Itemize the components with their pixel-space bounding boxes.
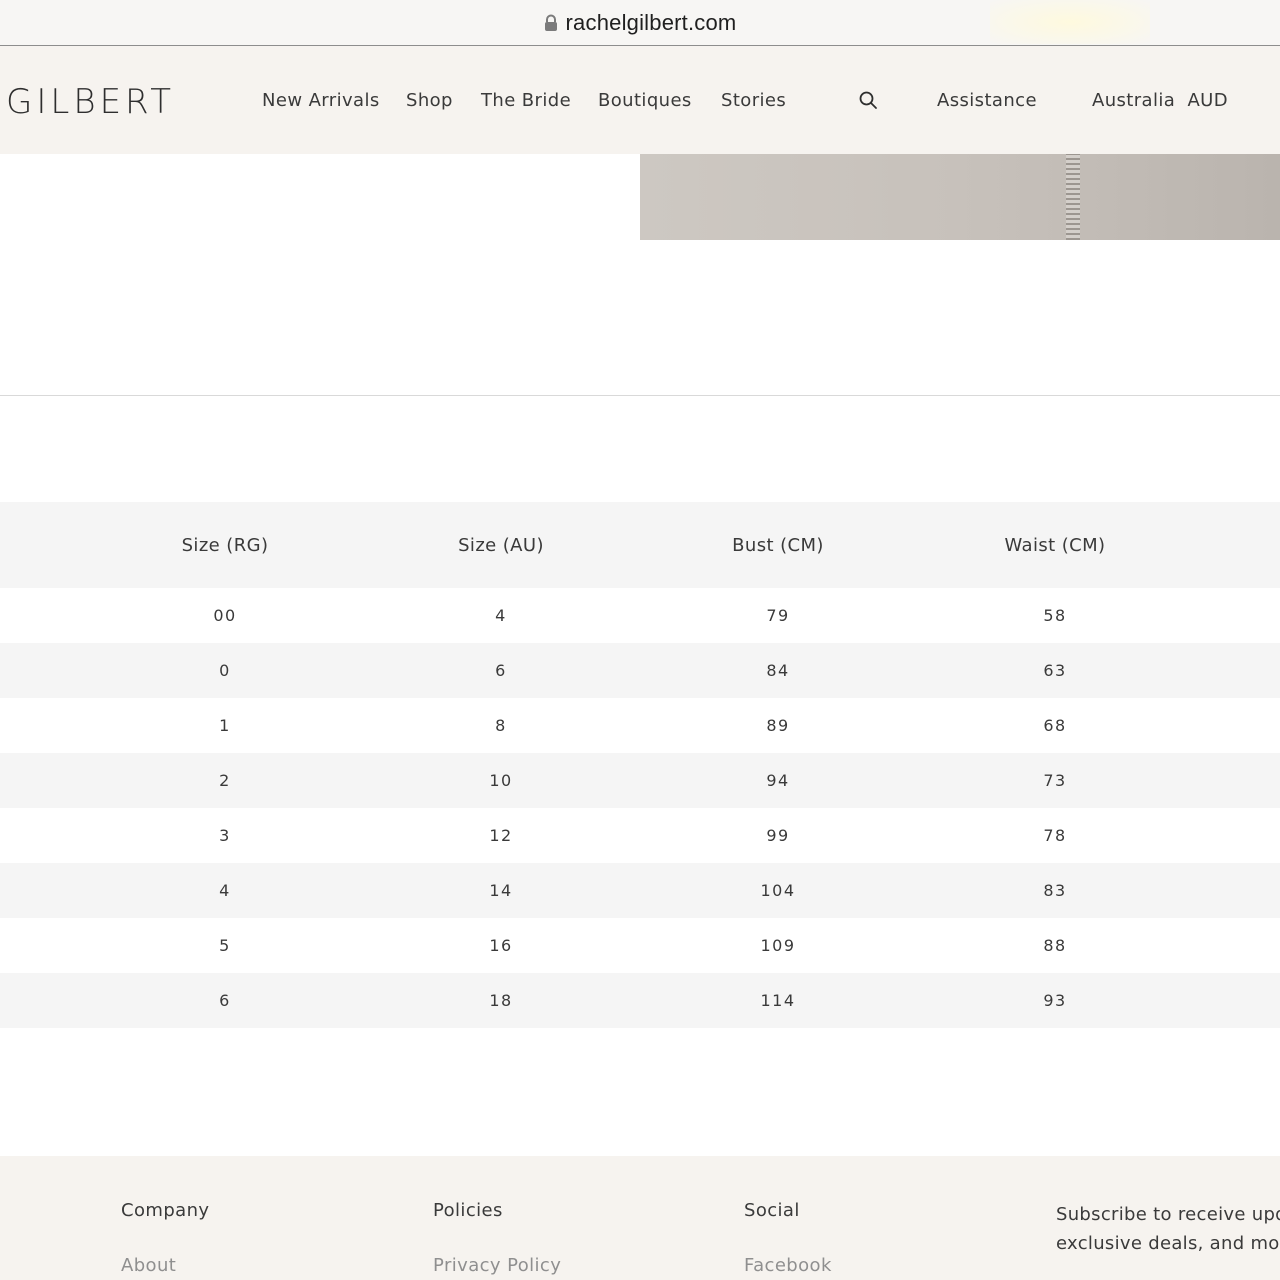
address-bar-glare — [990, 0, 1150, 44]
nav-stories[interactable]: Stories — [721, 90, 786, 111]
cell-waist: 88 — [1043, 936, 1067, 955]
table-row: 2 10 94 73 — [0, 753, 1280, 808]
cell-bust: 79 — [766, 606, 790, 625]
table-row: 3 12 99 78 — [0, 808, 1280, 863]
nav-new-arrivals[interactable]: New Arrivals — [262, 90, 380, 111]
cell-size-rg: 6 — [219, 991, 231, 1010]
footer-heading-company: Company — [121, 1200, 210, 1221]
cell-size-rg: 2 — [219, 771, 231, 790]
cell-size-rg: 3 — [219, 826, 231, 845]
cell-waist: 83 — [1043, 881, 1067, 900]
nav-shop[interactable]: Shop — [406, 90, 453, 111]
site-footer: Company About Policies Privacy Policy So… — [0, 1156, 1280, 1280]
cell-waist: 63 — [1043, 661, 1067, 680]
cell-size-rg: 0 — [219, 661, 231, 680]
cell-waist: 58 — [1043, 606, 1067, 625]
url-text: rachelgilbert.com — [565, 9, 737, 35]
cell-waist: 78 — [1043, 826, 1067, 845]
cell-size-rg: 1 — [219, 716, 231, 735]
size-chart-table: Size (RG) Size (AU) Bust (CM) Waist (CM)… — [0, 502, 1280, 1028]
nav-the-bride[interactable]: The Bride — [481, 90, 571, 111]
table-row: 5 16 109 88 — [0, 918, 1280, 973]
url-display[interactable]: rachelgilbert.com — [544, 10, 737, 36]
table-row: 6 18 114 93 — [0, 973, 1280, 1028]
cell-size-au: 18 — [489, 991, 513, 1010]
product-image — [640, 154, 1280, 240]
newsletter-blurb-line-1: Subscribe to receive upd — [1056, 1204, 1280, 1225]
column-header-bust: Bust (CM) — [732, 534, 824, 556]
search-icon[interactable] — [858, 90, 878, 110]
footer-link-about[interactable]: About — [121, 1255, 176, 1276]
cell-waist: 68 — [1043, 716, 1067, 735]
cell-bust: 114 — [760, 991, 796, 1010]
footer-link-privacy-policy[interactable]: Privacy Policy — [433, 1255, 561, 1276]
lock-icon — [544, 14, 557, 31]
site-header: GILBERT New Arrivals Shop The Bride Bout… — [0, 46, 1280, 154]
dress-zipper-detail — [1066, 154, 1080, 240]
newsletter-blurb: Subscribe to receive upd exclusive deals… — [1056, 1200, 1280, 1258]
cell-bust: 94 — [766, 771, 790, 790]
cell-size-au: 6 — [495, 661, 507, 680]
table-row: 00 4 79 58 — [0, 588, 1280, 643]
cell-size-au: 14 — [489, 881, 513, 900]
cell-size-au: 4 — [495, 606, 507, 625]
column-header-waist: Waist (CM) — [1004, 534, 1106, 556]
nav-boutiques[interactable]: Boutiques — [598, 90, 692, 111]
region-currency-selector[interactable]: Australia AUD — [1092, 90, 1228, 111]
cell-bust: 89 — [766, 716, 790, 735]
cell-size-au: 8 — [495, 716, 507, 735]
cell-bust: 84 — [766, 661, 790, 680]
footer-link-facebook[interactable]: Facebook — [744, 1255, 832, 1276]
table-row: 1 8 89 68 — [0, 698, 1280, 753]
footer-heading-policies: Policies — [433, 1200, 503, 1221]
cell-size-rg: 00 — [213, 606, 237, 625]
cell-size-au: 12 — [489, 826, 513, 845]
table-header-row: Size (RG) Size (AU) Bust (CM) Waist (CM) — [0, 502, 1280, 588]
cell-bust: 99 — [766, 826, 790, 845]
newsletter-blurb-line-2: exclusive deals, and mor — [1056, 1233, 1280, 1254]
footer-heading-social: Social — [744, 1200, 800, 1221]
column-header-size-au: Size (AU) — [458, 534, 544, 556]
table-row: 4 14 104 83 — [0, 863, 1280, 918]
cell-size-rg: 4 — [219, 881, 231, 900]
cell-size-au: 10 — [489, 771, 513, 790]
cell-waist: 73 — [1043, 771, 1067, 790]
assistance-link[interactable]: Assistance — [937, 90, 1037, 111]
browser-address-bar[interactable]: rachelgilbert.com — [0, 0, 1280, 46]
cell-bust: 109 — [760, 936, 796, 955]
section-divider — [0, 395, 1280, 396]
cell-size-rg: 5 — [219, 936, 231, 955]
table-row: 0 6 84 63 — [0, 643, 1280, 698]
cell-bust: 104 — [760, 881, 796, 900]
column-header-size-rg: Size (RG) — [181, 534, 269, 556]
cell-waist: 93 — [1043, 991, 1067, 1010]
cell-size-au: 16 — [489, 936, 513, 955]
brand-logo[interactable]: GILBERT — [6, 82, 175, 122]
